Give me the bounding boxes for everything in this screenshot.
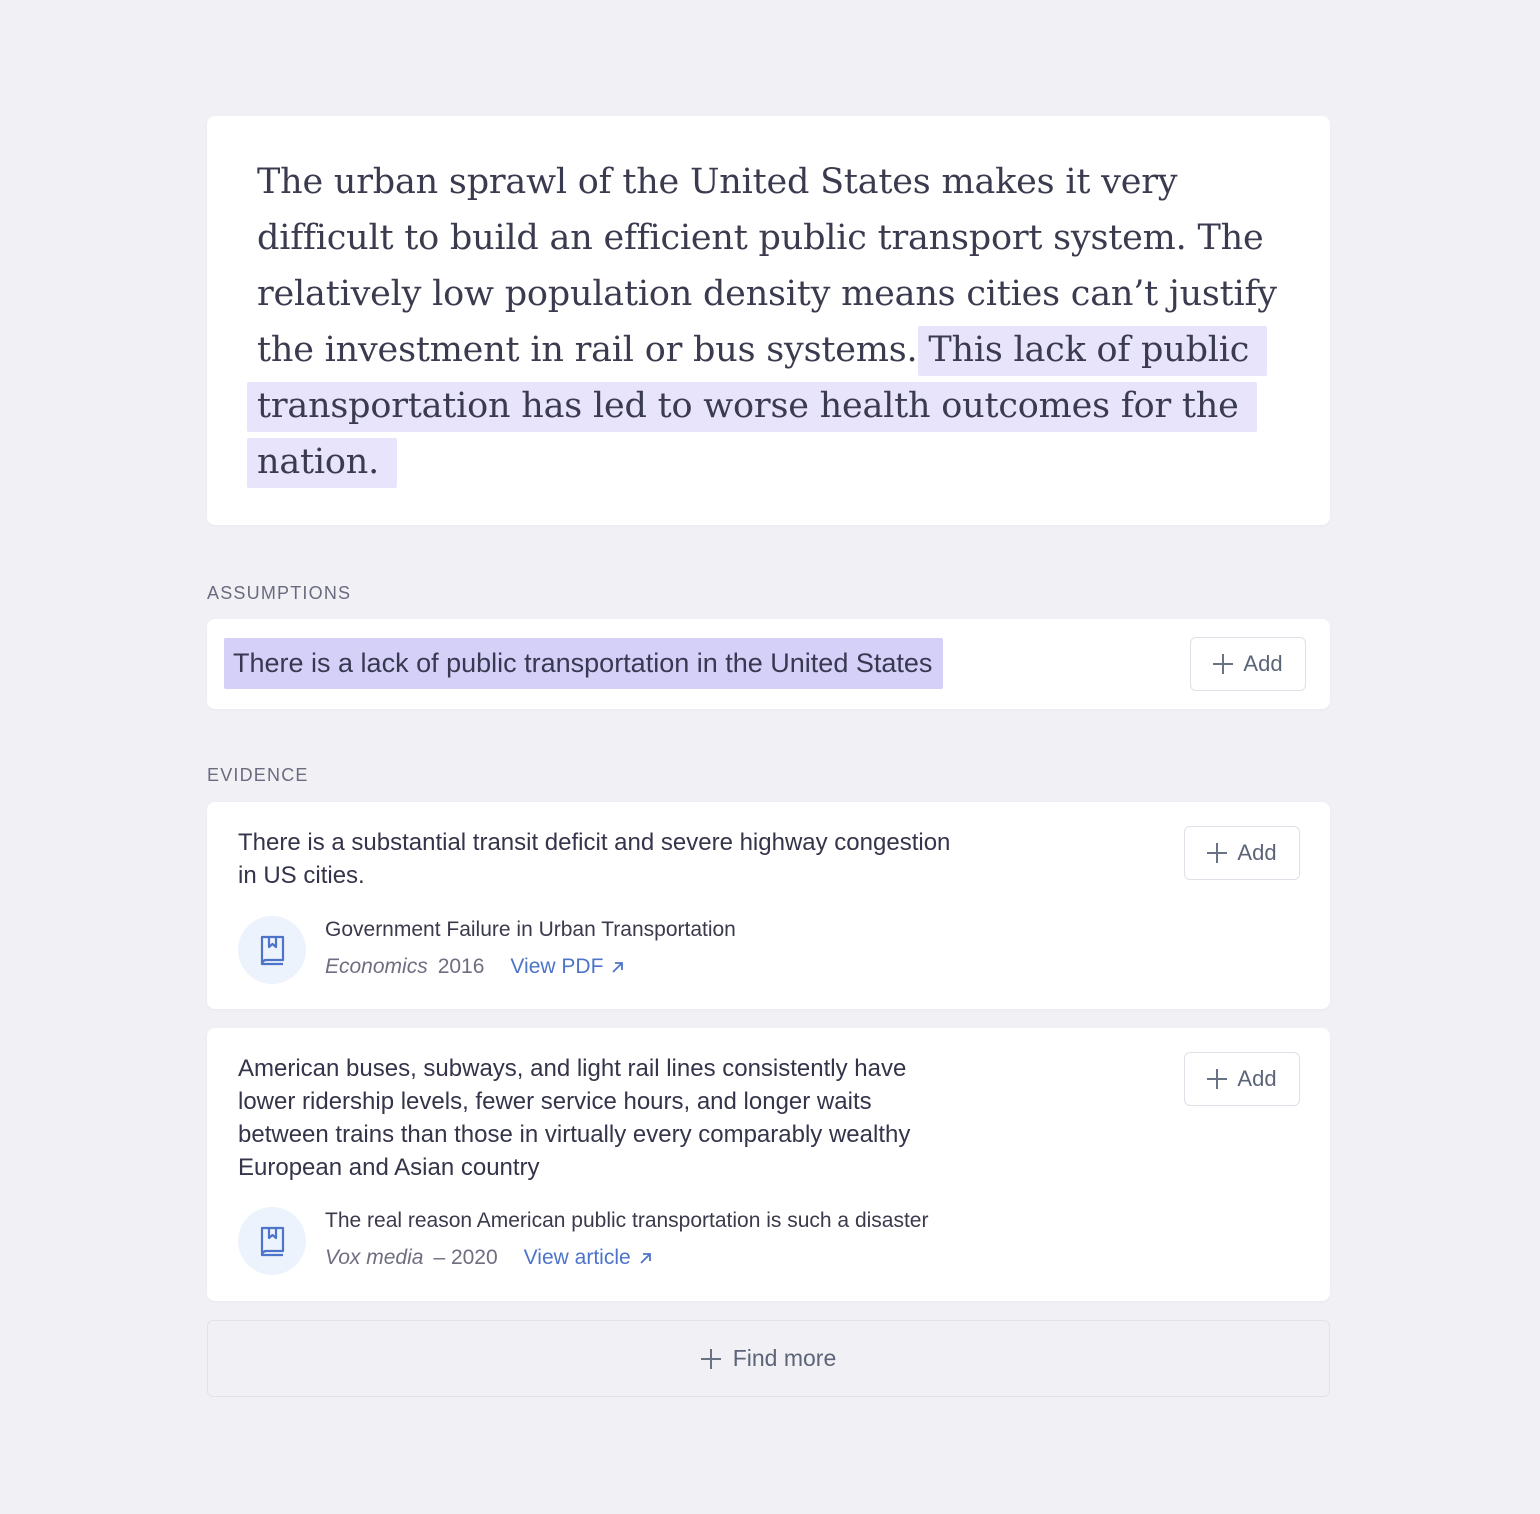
source-meta: Vox media – 2020 View article	[325, 1244, 928, 1272]
evidence-item: There is a substantial transit deficit a…	[207, 802, 1330, 1009]
book-icon	[238, 916, 306, 984]
assumption-item: There is a lack of public transportation…	[207, 619, 1330, 709]
find-more-label: Find more	[732, 1345, 837, 1371]
arrow-up-right-icon	[612, 961, 624, 973]
arrow-up-right-icon	[640, 1252, 651, 1264]
evidence-text: There is a substantial transit deficit a…	[238, 829, 951, 889]
passage-text: The urban sprawl of the United States ma…	[247, 154, 1280, 490]
source-info: The real reason American public transpor…	[325, 1207, 928, 1272]
evidence-item: American buses, subways, and light rail …	[207, 1028, 1330, 1301]
add-evidence-button[interactable]: Add	[1184, 1052, 1300, 1106]
add-button-label: Add	[1237, 840, 1277, 865]
add-evidence-button[interactable]: Add	[1184, 826, 1300, 880]
source-title: Government Failure in Urban Transportati…	[325, 918, 736, 941]
plus-icon	[1213, 654, 1234, 674]
evidence-heading: EVIDENCE	[207, 765, 309, 785]
add-button-label: Add	[1243, 651, 1283, 676]
add-button-label: Add	[1237, 1066, 1277, 1091]
source-meta: Economics 2016 View PDF	[325, 953, 736, 981]
source-title: The real reason American public transpor…	[325, 1209, 929, 1232]
evidence-source: Government Failure in Urban Transportati…	[238, 916, 736, 984]
view-article-link[interactable]: View article	[524, 1244, 652, 1272]
assumption-text[interactable]: There is a lack of public transportation…	[224, 638, 944, 689]
assumptions-heading: ASSUMPTIONS	[207, 583, 352, 603]
book-icon	[238, 1207, 306, 1275]
source-year: 2016	[437, 955, 485, 978]
source-publication: Vox media	[325, 1246, 424, 1269]
source-info: Government Failure in Urban Transportati…	[325, 916, 736, 981]
source-publication: Economics	[325, 955, 428, 978]
plus-icon	[1207, 843, 1228, 863]
find-more-button[interactable]: Find more	[207, 1320, 1330, 1397]
link-label: View PDF	[510, 955, 604, 978]
evidence-source: The real reason American public transpor…	[238, 1207, 928, 1275]
view-pdf-link[interactable]: View PDF	[510, 953, 624, 981]
evidence-text: American buses, subways, and light rail …	[238, 1055, 911, 1181]
passage-card: The urban sprawl of the United States ma…	[207, 116, 1330, 525]
add-assumption-button[interactable]: Add	[1190, 637, 1306, 691]
main-content: The urban sprawl of the United States ma…	[207, 116, 1330, 1397]
source-year: – 2020	[433, 1246, 498, 1269]
plus-icon	[700, 1348, 721, 1369]
plus-icon	[1207, 1069, 1228, 1089]
link-label: View article	[523, 1246, 631, 1269]
